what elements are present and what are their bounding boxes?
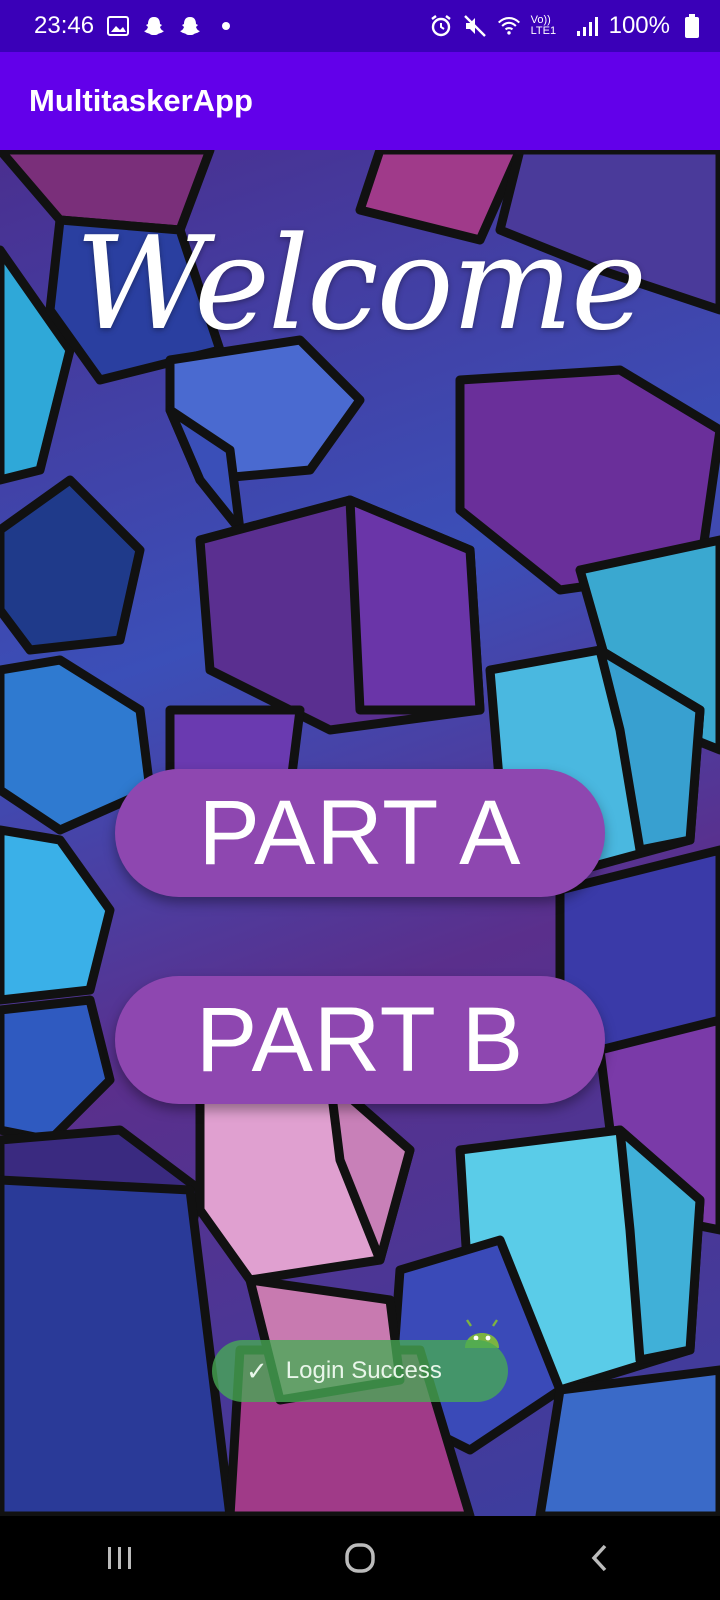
status-left: 23:46 xyxy=(34,12,238,40)
app-bar: MultitaskerApp xyxy=(0,52,720,150)
mute-icon xyxy=(463,14,487,38)
welcome-title: Welcome xyxy=(75,210,647,359)
navigation-bar xyxy=(0,1516,720,1600)
home-icon[interactable] xyxy=(330,1528,390,1588)
status-time: 23:46 xyxy=(34,12,95,39)
battery-percent: 100% xyxy=(608,12,670,39)
gallery-icon xyxy=(106,14,130,38)
signal-icon xyxy=(575,14,599,38)
status-bar: 23:46 Vo)) LTE1 100% xyxy=(0,0,720,52)
alarm-icon xyxy=(429,14,453,38)
part-a-button[interactable]: PART A xyxy=(115,769,605,897)
recent-apps-icon[interactable] xyxy=(90,1528,150,1588)
snapchat-icon xyxy=(142,14,166,38)
snapchat-icon xyxy=(178,14,202,38)
toast-text: Login Success xyxy=(285,1357,442,1384)
app-title: MultitaskerApp xyxy=(29,83,253,118)
status-right: Vo)) LTE1 100% xyxy=(429,12,704,40)
volte-icon: Vo)) LTE1 xyxy=(530,14,557,37)
battery-icon xyxy=(680,14,704,38)
back-icon[interactable] xyxy=(570,1528,630,1588)
dot-icon xyxy=(214,14,238,38)
toast-message: ✓ Login Success xyxy=(212,1340,508,1402)
wifi-icon xyxy=(497,14,521,38)
main-content: Welcome PART A PART B ✓ Login Success xyxy=(0,150,720,1516)
part-b-button[interactable]: PART B xyxy=(115,976,605,1104)
check-icon: ✓ xyxy=(246,1355,268,1386)
